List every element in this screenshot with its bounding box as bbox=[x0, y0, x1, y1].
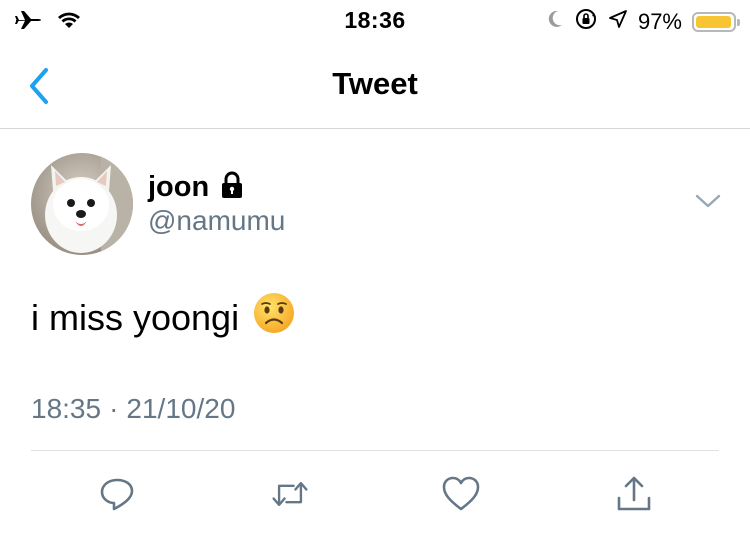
reply-button[interactable] bbox=[97, 474, 137, 514]
share-button[interactable] bbox=[614, 474, 654, 514]
author-handle[interactable]: @namumu bbox=[148, 205, 285, 237]
dog-avatar-image bbox=[31, 153, 133, 255]
tweet-action-bar bbox=[0, 474, 750, 514]
page-title: Tweet bbox=[332, 66, 418, 101]
moon-icon bbox=[546, 9, 564, 34]
location-arrow-icon bbox=[608, 9, 628, 34]
like-button[interactable] bbox=[441, 474, 481, 514]
retweet-icon bbox=[272, 481, 308, 507]
share-icon bbox=[617, 476, 651, 511]
divider bbox=[31, 450, 719, 451]
reply-icon bbox=[100, 478, 134, 511]
orientation-lock-icon bbox=[574, 7, 598, 36]
battery-percent: 97% bbox=[637, 8, 682, 34]
worried-face-emoji bbox=[253, 292, 295, 343]
status-bar: 18:36 97% bbox=[0, 0, 750, 42]
tweet-time: 18:35 bbox=[31, 393, 102, 424]
battery-level-fill bbox=[696, 15, 731, 28]
tweet-timestamp: 18:35 · 21/10/20 bbox=[31, 393, 235, 425]
like-icon bbox=[442, 476, 480, 511]
avatar[interactable] bbox=[31, 153, 133, 255]
timestamp-separator: · bbox=[109, 393, 119, 424]
battery-nub bbox=[737, 18, 740, 26]
author-name-row[interactable]: joon bbox=[148, 171, 245, 204]
tweet-menu-button[interactable] bbox=[694, 191, 722, 211]
retweet-button[interactable] bbox=[270, 474, 310, 514]
tweet-text-content: i miss yoongi bbox=[31, 296, 240, 338]
status-right: 97% bbox=[546, 7, 740, 36]
tweet-text: i miss yoongi bbox=[31, 292, 295, 343]
nav-bar: Tweet bbox=[0, 44, 750, 129]
chevron-down-icon bbox=[695, 194, 721, 208]
author-display-name[interactable]: joon bbox=[148, 171, 209, 204]
battery-icon bbox=[692, 11, 740, 32]
lock-icon bbox=[219, 171, 245, 204]
tweet-date: 21/10/20 bbox=[126, 393, 236, 424]
